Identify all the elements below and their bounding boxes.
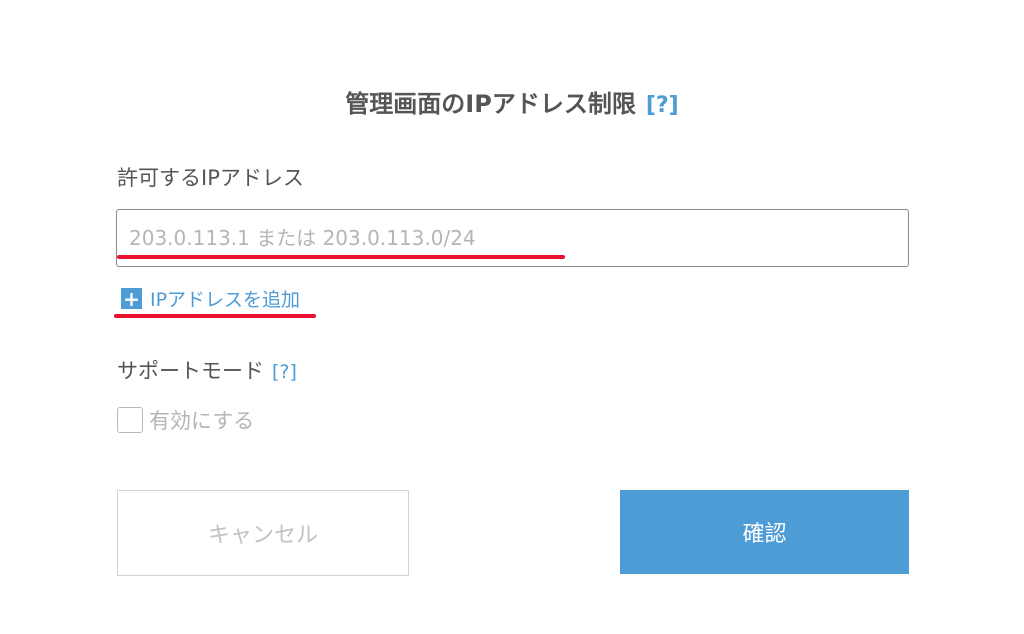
title-help-link[interactable]: [?] [646,93,679,118]
enable-support-label: 有効にする [149,409,255,433]
enable-support-checkbox-row[interactable]: 有効にする [117,405,254,435]
plus-icon: + [121,288,142,309]
add-link-highlight-underline [114,314,316,318]
support-mode-row: サポートモード [?] [117,356,297,387]
enable-support-checkbox[interactable] [117,407,143,433]
input-highlight-underline [117,255,565,259]
ip-restriction-dialog: 管理画面のIPアドレス制限[?] 許可するIPアドレス + IPアドレスを追加 … [0,0,1024,634]
allowed-ip-label: 許可するIPアドレス [117,166,304,190]
support-mode-label: サポートモード [117,359,264,383]
page-title: 管理画面のIPアドレス制限 [345,90,636,118]
page-title-row: 管理画面のIPアドレス制限 [?] [0,86,1024,124]
add-ip-address-link[interactable]: + IPアドレスを追加 [121,285,300,312]
cancel-button[interactable]: キャンセル [117,490,409,576]
confirm-button[interactable]: 確認 [620,490,909,574]
add-ip-address-label: IPアドレスを追加 [150,289,301,311]
support-help-link[interactable]: [?] [272,361,297,383]
